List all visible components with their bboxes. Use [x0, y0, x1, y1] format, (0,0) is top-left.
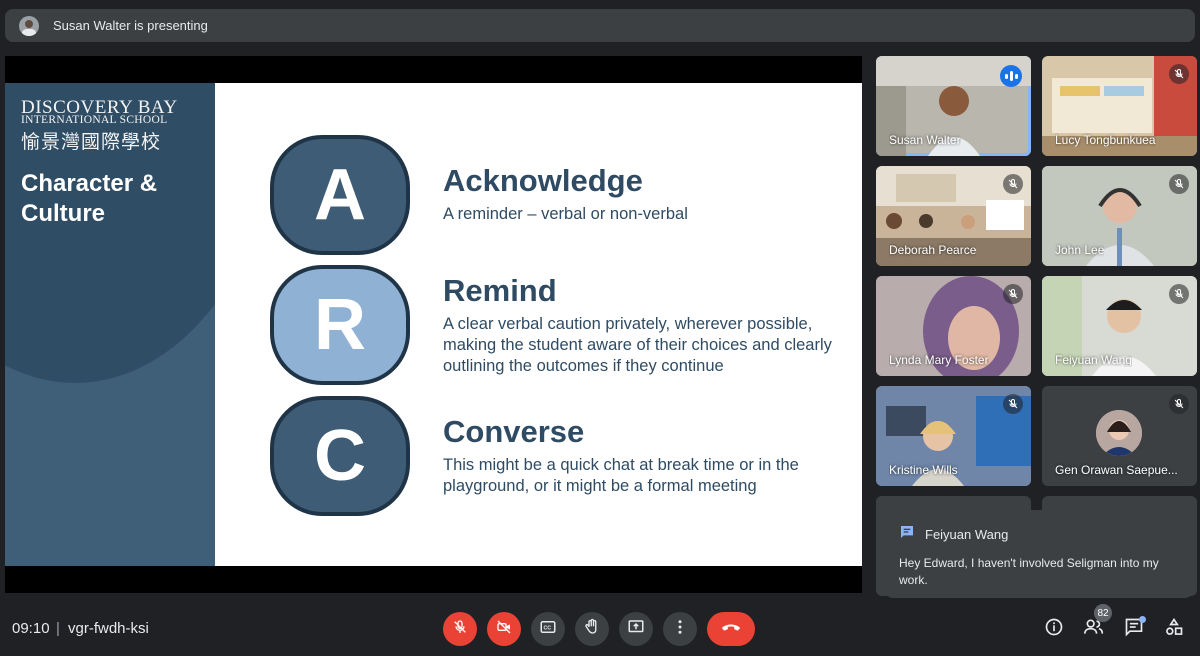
arc-description-acknowledge: A reminder – verbal or non-verbal: [443, 205, 688, 223]
end-call-icon: [720, 620, 742, 639]
more-vert-icon: [671, 618, 689, 641]
present-button[interactable]: [619, 612, 653, 646]
presenter-avatar: [19, 15, 39, 36]
chat-notification[interactable]: Feiyuan Wang Hey Edward, I haven't invol…: [885, 510, 1193, 598]
more-options-button[interactable]: [663, 612, 697, 646]
mic-off-icon: [1169, 64, 1189, 84]
activities-button[interactable]: [1161, 616, 1187, 642]
captions-icon: CC: [539, 618, 557, 641]
arc-letter-r: R: [270, 265, 410, 385]
unread-indicator: [1139, 616, 1146, 623]
mic-off-icon: [452, 619, 468, 640]
participant-name: Kristine Wills: [889, 463, 958, 477]
participant-tile[interactable]: John Lee: [1042, 166, 1197, 266]
participant-tile[interactable]: Susan Walter: [876, 56, 1031, 156]
participant-tile[interactable]: Feiyuan Wang: [1042, 276, 1197, 376]
svg-text:CC: CC: [544, 625, 552, 631]
arc-letter-c: C: [270, 396, 410, 516]
arc-heading-converse: Converse: [443, 414, 585, 449]
present-screen-icon: [627, 618, 645, 641]
arc-description-converse: This might be a quick chat at break time…: [443, 456, 799, 495]
speaking-indicator-icon: [1000, 65, 1022, 87]
mic-off-icon: [1003, 394, 1023, 414]
meeting-details-button[interactable]: [1041, 616, 1067, 642]
presentation-stage: DISCOVERY BAY INTERNATIONAL SCHOOL 愉景灣國際…: [5, 56, 862, 593]
mic-off-icon: [1169, 284, 1189, 304]
leave-call-button[interactable]: [707, 612, 755, 646]
participant-tile[interactable]: Deborah Pearce: [876, 166, 1031, 266]
camera-off-icon: [496, 619, 512, 640]
participant-name: Feiyuan Wang: [1055, 353, 1132, 367]
raise-hand-button[interactable]: [575, 612, 609, 646]
mic-toggle-button[interactable]: [443, 612, 477, 646]
meeting-time: 09:10: [12, 620, 50, 637]
participant-name: Lucy Tongbunkuea: [1055, 133, 1156, 147]
participant-tile[interactable]: Lucy Tongbunkuea: [1042, 56, 1197, 156]
arc-description-remind: A clear verbal caution privately, wherev…: [443, 315, 832, 375]
slide-sidebar: DISCOVERY BAY INTERNATIONAL SCHOOL 愉景灣國際…: [5, 83, 215, 566]
captions-button[interactable]: CC: [531, 612, 565, 646]
chat-message: Hey Edward, I haven't involved Seligman …: [899, 556, 1159, 587]
chat-sender: Feiyuan Wang: [925, 527, 1009, 542]
arc-heading-acknowledge: Acknowledge: [443, 163, 643, 198]
hand-icon: [583, 618, 601, 641]
participant-tile[interactable]: Gen Orawan Saepue...: [1042, 386, 1197, 486]
mic-off-icon: [1169, 174, 1189, 194]
school-logo-chinese: 愉景灣國際學校: [21, 131, 162, 153]
presenting-bar: Susan Walter is presenting: [5, 9, 1195, 42]
arc-heading-remind: Remind: [443, 273, 557, 308]
meeting-code: vgr-fwdh-ksi: [68, 620, 149, 637]
slide: DISCOVERY BAY INTERNATIONAL SCHOOL 愉景灣國際…: [5, 83, 862, 566]
arc-letter-a: A: [270, 135, 410, 255]
participant-name: Deborah Pearce: [889, 243, 977, 257]
mic-off-icon: [1003, 174, 1023, 194]
participant-tile[interactable]: Kristine Wills: [876, 386, 1031, 486]
avatar: [1096, 410, 1142, 456]
participant-name: John Lee: [1055, 243, 1105, 257]
people-count-badge: 82: [1094, 604, 1112, 622]
mic-off-icon: [1003, 284, 1023, 304]
info-icon: [1044, 617, 1064, 642]
camera-toggle-button[interactable]: [487, 612, 521, 646]
participant-tile[interactable]: Lynda Mary Foster: [876, 276, 1031, 376]
activities-icon: [1164, 617, 1184, 642]
chat-icon: [899, 524, 915, 545]
participant-name: Gen Orawan Saepue...: [1055, 463, 1178, 477]
participant-name: Susan Walter: [889, 133, 961, 147]
presenting-text: Susan Walter is presenting: [53, 18, 208, 33]
separator: |: [56, 620, 60, 637]
participant-name: Lynda Mary Foster: [889, 353, 989, 367]
school-logo-sub: INTERNATIONAL SCHOOL: [21, 114, 168, 126]
mic-off-icon: [1169, 394, 1189, 414]
slide-side-title: Character & Culture: [21, 170, 158, 227]
